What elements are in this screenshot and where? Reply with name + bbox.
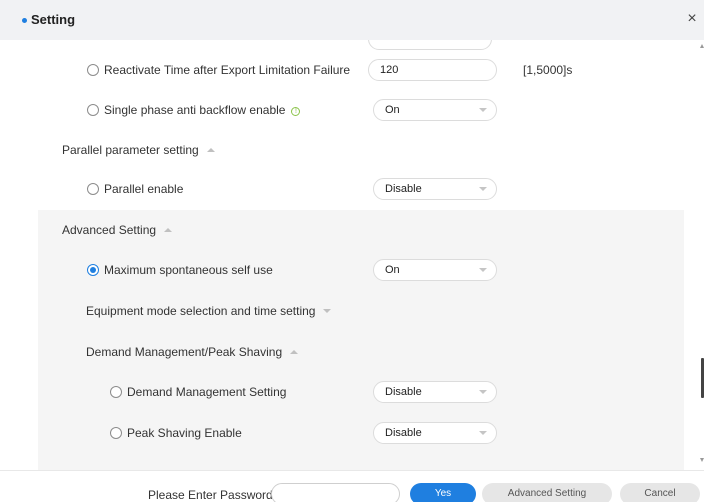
chevron-down-icon [479, 431, 487, 435]
scroll-up-arrow-icon[interactable] [700, 44, 704, 48]
title-dot-icon [22, 18, 27, 23]
dialog-header: Setting × [0, 0, 704, 40]
demand-section-header[interactable]: Demand Management/Peak Shaving [86, 345, 299, 359]
single-phase-select[interactable]: On [373, 99, 497, 121]
advanced-section-label: Advanced Setting [62, 223, 157, 237]
cancel-button[interactable]: Cancel [620, 483, 700, 502]
single-phase-label: Single phase anti backflow enable [104, 103, 286, 117]
peak-shaving-select[interactable]: Disable [373, 422, 497, 444]
parallel-enable-label: Parallel enable [104, 182, 184, 196]
demand-setting-select[interactable]: Disable [373, 381, 497, 403]
chevron-down-icon [479, 268, 487, 272]
peak-shaving-value: Disable [385, 427, 422, 439]
parallel-section-label: Parallel parameter setting [62, 143, 199, 157]
yes-button[interactable]: Yes [410, 483, 476, 502]
chevron-down-icon [479, 108, 487, 112]
chevron-up-icon [206, 148, 215, 152]
parallel-enable-radio[interactable] [87, 183, 99, 195]
demand-setting-label: Demand Management Setting [127, 385, 287, 399]
demand-setting-radio[interactable] [110, 386, 122, 398]
close-icon[interactable]: × [684, 11, 700, 27]
password-label: Please Enter Password [148, 488, 273, 502]
max-self-use-radio[interactable] [87, 264, 99, 276]
scroll-down-arrow-icon[interactable] [700, 458, 704, 462]
demand-section-label: Demand Management/Peak Shaving [86, 345, 283, 359]
max-self-use-value: On [385, 264, 400, 276]
parallel-section-header[interactable]: Parallel parameter setting [62, 143, 215, 157]
dialog-footer: Please Enter Password Yes Advanced Setti… [0, 470, 704, 502]
peak-shaving-radio[interactable] [110, 427, 122, 439]
chevron-down-icon [479, 390, 487, 394]
chevron-up-icon [164, 228, 173, 232]
dialog-title: Setting [31, 12, 76, 27]
info-icon[interactable]: ! [291, 107, 301, 116]
parallel-enable-value: Disable [385, 183, 422, 195]
password-input[interactable] [271, 483, 400, 502]
single-phase-value: On [385, 104, 400, 116]
max-self-use-select[interactable]: On [373, 259, 497, 281]
reactivate-radio[interactable] [87, 64, 99, 76]
single-phase-row: Single phase anti backflow enable! [104, 103, 301, 117]
equipment-mode-label: Equipment mode selection and time settin… [86, 304, 316, 318]
reactivate-label: Reactivate Time after Export Limitation … [104, 63, 351, 77]
reactivate-time-value: 120 [380, 64, 399, 76]
equipment-mode-header[interactable]: Equipment mode selection and time settin… [86, 304, 332, 318]
advanced-setting-button[interactable]: Advanced Setting [482, 483, 612, 502]
settings-content[interactable]: Reactivate Time after Export Limitation … [0, 40, 700, 470]
clipped-field-above [368, 40, 492, 50]
single-phase-radio[interactable] [87, 104, 99, 116]
reactivate-range: [1,5000]s [523, 63, 573, 77]
max-self-use-label: Maximum spontaneous self use [104, 263, 273, 277]
advanced-section-header[interactable]: Advanced Setting [62, 223, 173, 237]
chevron-down-icon [323, 309, 332, 313]
chevron-up-icon [290, 350, 299, 354]
chevron-down-icon [479, 187, 487, 191]
peak-shaving-label: Peak Shaving Enable [127, 426, 242, 440]
demand-setting-value: Disable [385, 386, 422, 398]
parallel-enable-select[interactable]: Disable [373, 178, 497, 200]
reactivate-time-input[interactable]: 120 [368, 59, 497, 81]
